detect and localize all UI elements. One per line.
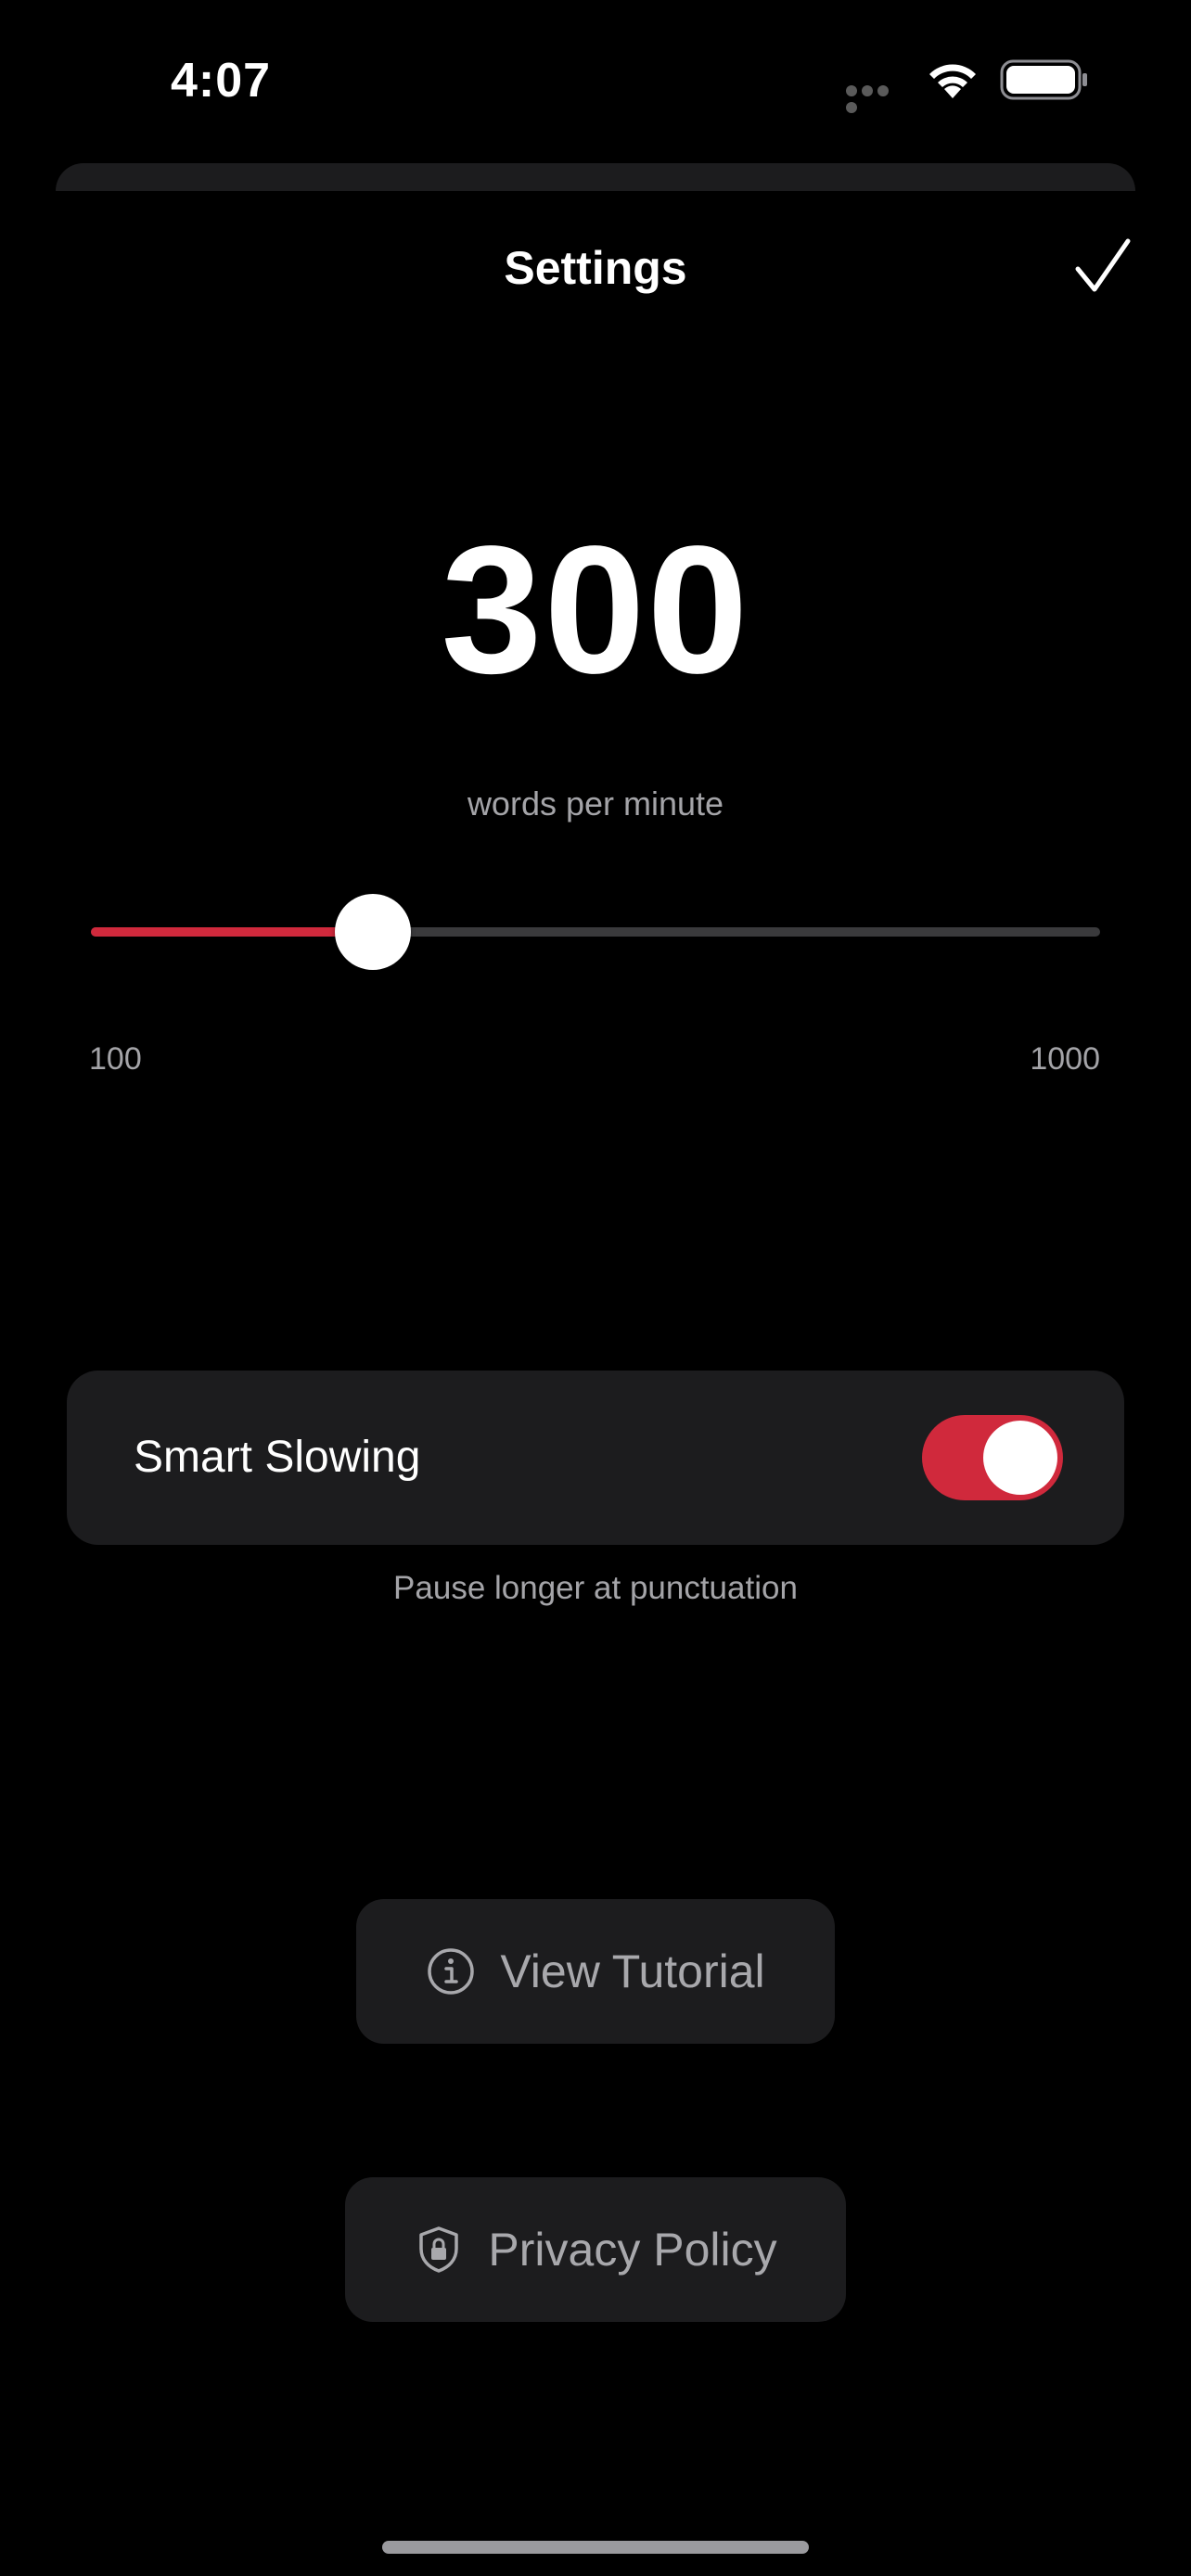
checkmark-icon[interactable]: [1070, 236, 1135, 300]
signal-icon: [846, 85, 907, 113]
page-title: Settings: [504, 242, 687, 294]
privacy-policy-label: Privacy Policy: [488, 2224, 777, 2276]
privacy-policy-button[interactable]: Privacy Policy: [345, 2177, 846, 2322]
shield-lock-icon: [419, 2226, 459, 2273]
battery-icon: [1000, 59, 1087, 100]
wpm-unit-label: words per minute: [467, 784, 724, 823]
wpm-value: 300: [441, 508, 750, 711]
slider-thumb[interactable]: [334, 894, 411, 970]
slider-fill: [91, 927, 373, 937]
wifi-icon: [929, 64, 976, 98]
status-time: 4:07: [171, 54, 272, 108]
view-tutorial-label: View Tutorial: [500, 1945, 765, 1997]
slider-min-label: 100: [89, 1041, 142, 1077]
toggle-knob: [983, 1421, 1057, 1495]
view-tutorial-button[interactable]: View Tutorial: [356, 1899, 835, 2044]
smart-slowing-caption: Pause longer at punctuation: [393, 1570, 798, 1606]
sheet-edge: [56, 163, 1135, 191]
slider-max-label: 1000: [1030, 1041, 1100, 1077]
speed-slider[interactable]: [91, 890, 1100, 974]
smart-slowing-label: Smart Slowing: [134, 1433, 421, 1482]
info-icon: [428, 1948, 475, 1995]
smart-slowing-toggle[interactable]: [922, 1415, 1063, 1500]
home-indicator: [382, 2541, 809, 2554]
